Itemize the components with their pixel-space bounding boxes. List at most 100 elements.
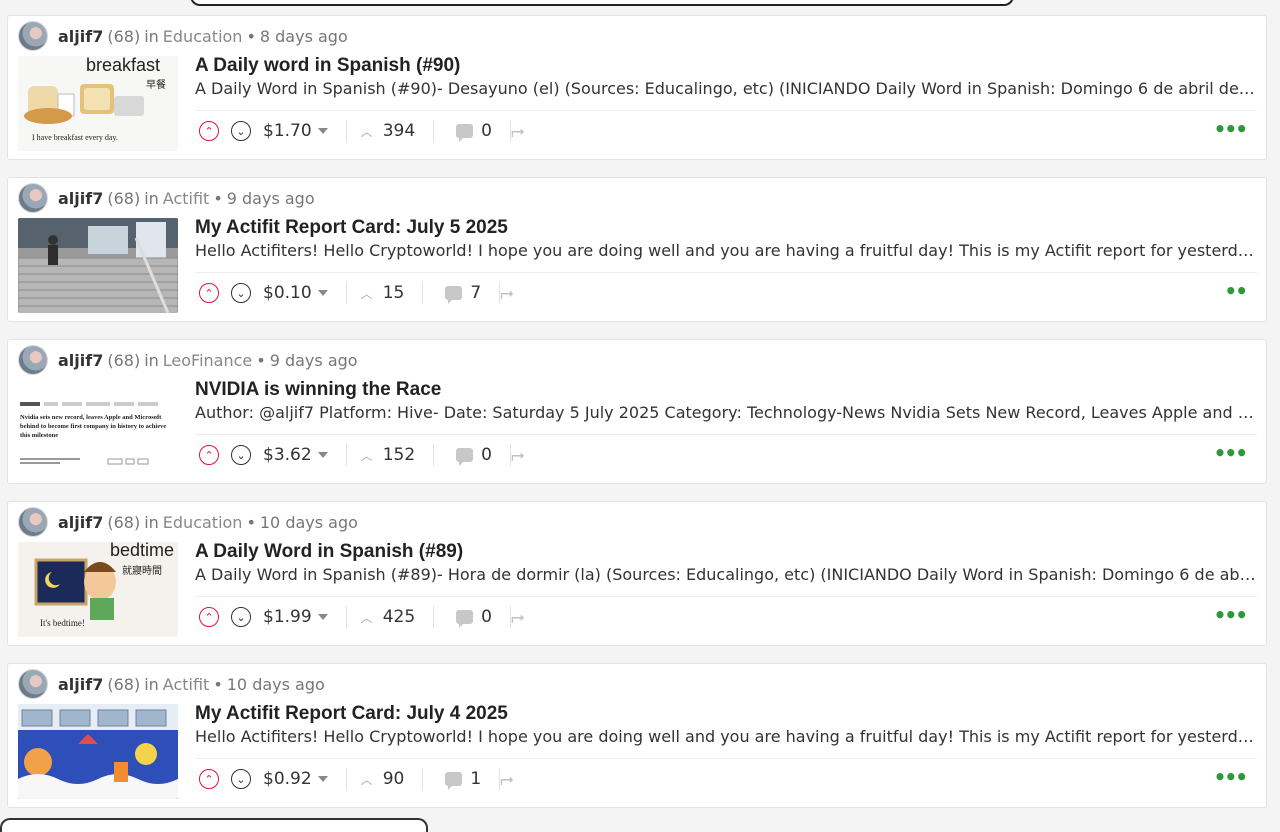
avatar[interactable] [18, 21, 48, 51]
more-dots-icon[interactable]: ••• [1214, 443, 1248, 463]
community-link[interactable]: Actifit [163, 189, 210, 208]
post-age[interactable]: 10 days ago [227, 675, 325, 694]
payout-value[interactable]: $0.10 [263, 283, 312, 303]
post-title[interactable]: My Actifit Report Card: July 4 2025 [195, 703, 508, 725]
post-thumbnail[interactable] [18, 218, 178, 313]
divider [195, 596, 1257, 597]
vote-count[interactable]: 15 [383, 283, 405, 303]
comment-count[interactable]: 7 [470, 283, 481, 303]
vote-count[interactable]: 425 [383, 607, 415, 627]
chevron-down-circle-icon[interactable]: ⌄ [231, 607, 251, 627]
comment-bubble-icon[interactable] [456, 124, 474, 142]
comment-count[interactable]: 0 [481, 445, 492, 465]
divider [422, 768, 424, 790]
post-title[interactable]: A Daily word in Spanish (#90) [195, 55, 460, 77]
post-summary[interactable]: Author: @aljif7 Platform: Hive- Date: Sa… [195, 403, 1257, 422]
payout-value[interactable]: $3.62 [263, 445, 312, 465]
post-thumbnail[interactable]: breakfast 早餐 I have breakfast every day. [18, 56, 178, 151]
post-title[interactable]: A Daily Word in Spanish (#89) [195, 541, 463, 563]
in-label: in [144, 350, 159, 370]
comment-bubble-icon[interactable] [456, 610, 474, 628]
avatar[interactable] [18, 183, 48, 213]
post-thumbnail[interactable] [18, 704, 178, 799]
post-age[interactable]: 10 days ago [260, 513, 358, 532]
more-dots-icon[interactable]: ••• [1214, 119, 1248, 139]
post-summary[interactable]: A Daily Word in Spanish (#90)- Desayuno … [195, 79, 1257, 98]
post-card[interactable]: aljif7 (68) in Actifit • 10 days ago My … [7, 663, 1267, 808]
divider [345, 282, 347, 304]
chevron-down-circle-icon[interactable]: ⌄ [231, 769, 251, 789]
comment-bubble-icon[interactable] [456, 448, 474, 466]
reblog-icon[interactable]: ⮣ [511, 445, 525, 465]
reblog-icon[interactable]: ⮣ [511, 121, 525, 141]
divider [345, 444, 347, 466]
post-card[interactable]: aljif7 (68) in Actifit • 9 days ago My A… [7, 177, 1267, 322]
post-thumbnail[interactable]: Nvidia sets new record, leaves Apple and… [18, 380, 178, 475]
post-header: aljif7 (68) in Education • 8 days ago [18, 20, 348, 52]
post-summary[interactable]: A Daily Word in Spanish (#89)- Hora de d… [195, 565, 1257, 584]
author-name[interactable]: aljif7 [58, 351, 103, 370]
comment-count[interactable]: 0 [481, 607, 492, 627]
author-name[interactable]: aljif7 [58, 189, 103, 208]
author-name[interactable]: aljif7 [58, 675, 103, 694]
divider [345, 120, 347, 142]
reblog-icon[interactable]: ⮣ [511, 607, 525, 627]
comment-count[interactable]: 0 [481, 121, 492, 141]
caret-down-icon[interactable] [317, 128, 328, 134]
post-card[interactable]: aljif7 (68) in Education • 8 days ago br… [7, 15, 1267, 160]
chevron-down-circle-icon[interactable]: ⌄ [231, 283, 251, 303]
post-title[interactable]: NVIDIA is winning the Race [195, 379, 441, 401]
chevron-up-circle-icon[interactable]: ⌃ [199, 445, 219, 465]
author-name[interactable]: aljif7 [58, 513, 103, 532]
avatar[interactable] [18, 345, 48, 375]
thumbnail-caption: breakfast [86, 56, 161, 75]
thumbnail-caption: I have breakfast every day. [32, 133, 118, 142]
chevron-up-circle-icon[interactable]: ⌃ [199, 283, 219, 303]
chevron-up-circle-icon[interactable]: ⌃ [199, 769, 219, 789]
post-card[interactable]: aljif7 (68) in LeoFinance • 9 days ago N… [7, 339, 1267, 484]
caret-down-icon[interactable] [317, 452, 328, 458]
more-dots-icon[interactable]: •• [1224, 281, 1248, 301]
payout-value[interactable]: $1.70 [263, 121, 312, 141]
chevron-down-circle-icon[interactable]: ⌄ [231, 121, 251, 141]
chevron-down-circle-icon[interactable]: ⌄ [231, 445, 251, 465]
vote-count[interactable]: 90 [383, 769, 405, 789]
chevron-up-circle-icon[interactable]: ⌃ [199, 607, 219, 627]
search-bar-edge[interactable] [190, 0, 1014, 6]
post-summary[interactable]: Hello Actifiters! Hello Cryptoworld! I h… [195, 727, 1257, 746]
reblog-icon[interactable]: ⮣ [500, 283, 514, 303]
payout-value[interactable]: $1.99 [263, 607, 312, 627]
vote-count[interactable]: 394 [383, 121, 415, 141]
post-age[interactable]: 9 days ago [270, 351, 358, 370]
comment-bubble-icon[interactable] [445, 286, 463, 304]
comment-bubble-icon[interactable] [445, 772, 463, 790]
post-age[interactable]: 8 days ago [260, 27, 348, 46]
community-link[interactable]: Education [163, 27, 243, 46]
reblog-icon[interactable]: ⮣ [500, 769, 514, 789]
caret-down-icon[interactable] [317, 290, 328, 296]
post-title[interactable]: My Actifit Report Card: July 5 2025 [195, 217, 508, 239]
avatar[interactable] [18, 669, 48, 699]
chevron-up-circle-icon[interactable]: ⌃ [199, 121, 219, 141]
caret-down-icon[interactable] [317, 776, 328, 782]
vote-count[interactable]: 152 [383, 445, 415, 465]
payout-value[interactable]: $0.92 [263, 769, 312, 789]
post-card[interactable]: aljif7 (68) in Education • 10 days ago b… [7, 501, 1267, 646]
more-dots-icon[interactable]: ••• [1214, 767, 1248, 787]
community-link[interactable]: Education [163, 513, 243, 532]
community-link[interactable]: LeoFinance [163, 351, 252, 370]
post-age[interactable]: 9 days ago [227, 189, 315, 208]
post-thumbnail[interactable]: bedtime 就寢時間 It's bedtime! [18, 542, 178, 637]
post-summary[interactable]: Hello Actifiters! Hello Cryptoworld! I h… [195, 241, 1257, 260]
caret-down-icon[interactable] [317, 614, 328, 620]
divider [195, 434, 1257, 435]
avatar[interactable] [18, 507, 48, 537]
author-name[interactable]: aljif7 [58, 27, 103, 46]
comment-count[interactable]: 1 [470, 769, 481, 789]
more-dots-icon[interactable]: ••• [1214, 605, 1248, 625]
author-reputation: (68) [107, 188, 141, 208]
thumbnail-caption: bedtime [110, 542, 175, 560]
thumbnail-caption: It's bedtime! [40, 618, 85, 628]
community-link[interactable]: Actifit [163, 675, 210, 694]
in-label: in [144, 188, 159, 208]
